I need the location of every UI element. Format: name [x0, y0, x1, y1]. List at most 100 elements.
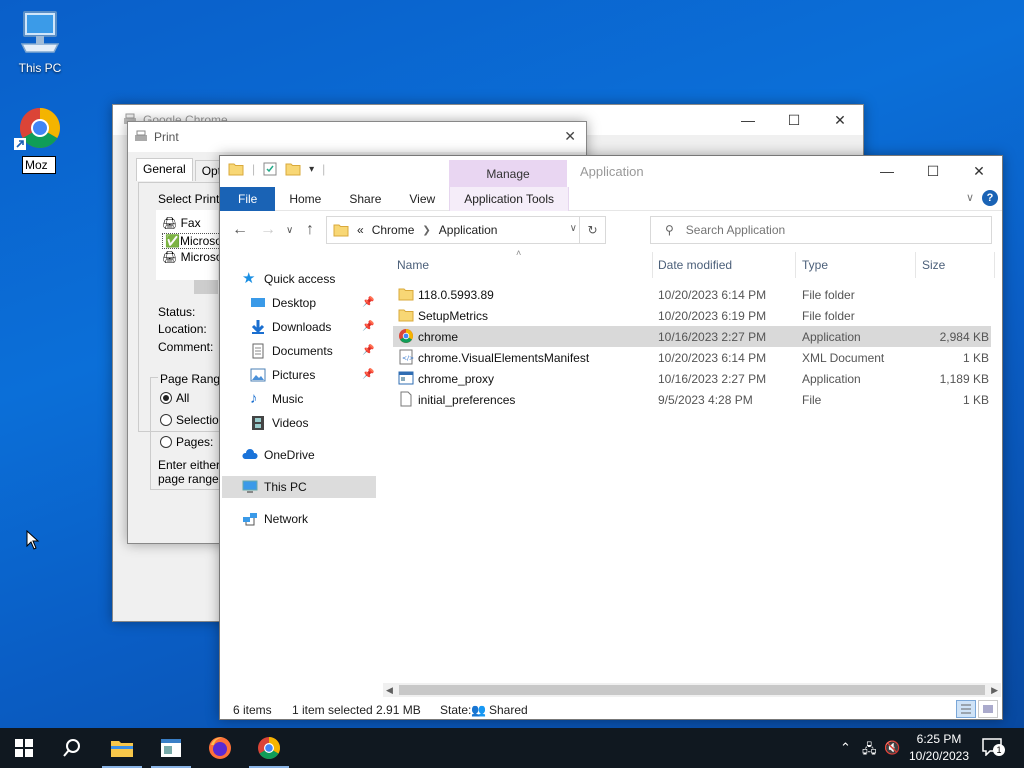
- breadcrumb-chrome[interactable]: Chrome: [372, 223, 415, 237]
- scroll-thumb[interactable]: [399, 685, 985, 695]
- large-icons-view-button[interactable]: [978, 700, 998, 718]
- taskbar-file-explorer[interactable]: [98, 728, 146, 768]
- chevron-down-icon[interactable]: ∨: [966, 191, 974, 204]
- column-header-date[interactable]: Date modified: [658, 258, 732, 272]
- close-button[interactable]: ✕: [956, 156, 1002, 186]
- tab-view[interactable]: View: [395, 187, 449, 211]
- horizontal-scrollbar[interactable]: ◀ ▶: [383, 683, 1001, 697]
- scroll-left-icon[interactable]: ◀: [386, 683, 393, 697]
- properties-icon[interactable]: [263, 162, 277, 176]
- location-label: Location:: [158, 322, 207, 336]
- taskbar: ⌃ 🖧 🔇 6:25 PM 10/20/2023 1: [0, 728, 1024, 768]
- file-row-selected[interactable]: chrome 10/16/2023 2:27 PM Application 2,…: [393, 326, 991, 347]
- computer-icon: [242, 480, 258, 493]
- nav-documents[interactable]: Documents: [250, 340, 333, 362]
- page-range-hint: page range.: [158, 472, 223, 486]
- pin-icon[interactable]: 📌: [362, 297, 374, 308]
- print-dialog-title: Print: [154, 130, 179, 144]
- chevron-right-icon[interactable]: ❯: [422, 225, 430, 236]
- file-row[interactable]: </> chrome.VisualElementsManifest 10/20/…: [393, 347, 991, 368]
- taskbar-chrome[interactable]: [245, 728, 293, 768]
- tab-general[interactable]: General: [136, 158, 193, 181]
- help-icon[interactable]: ?: [982, 190, 998, 206]
- up-arrow-icon[interactable]: ↑: [306, 221, 314, 239]
- printer-list[interactable]: 🖨 Fax ✅Microso 🖨 Microso: [156, 210, 225, 280]
- manage-context-tab[interactable]: Manage: [449, 160, 567, 188]
- state-value: Shared: [489, 703, 528, 717]
- printer-item-selected[interactable]: ✅Microso: [162, 233, 225, 249]
- chevron-up-icon[interactable]: ⌃: [840, 740, 851, 756]
- column-header-type[interactable]: Type: [802, 258, 828, 272]
- breadcrumb-application[interactable]: Application: [439, 223, 498, 237]
- range-pages-radio[interactable]: Pages:: [160, 435, 213, 449]
- details-view-button[interactable]: [956, 700, 976, 718]
- file-explorer-window: | ▾ | Manage Application — ☐ ✕ File Home…: [219, 155, 1003, 720]
- notification-badge: 1: [993, 744, 1005, 756]
- file-row[interactable]: initial_preferences 9/5/2023 4:28 PM Fil…: [393, 389, 991, 410]
- pictures-icon: [250, 368, 266, 382]
- pin-icon[interactable]: 📌: [362, 321, 374, 332]
- select-printer-label: Select Printe: [158, 192, 227, 206]
- column-header-name[interactable]: Name: [397, 258, 429, 272]
- nav-this-pc[interactable]: This PC: [242, 476, 307, 498]
- tab-file[interactable]: File: [220, 186, 276, 211]
- nav-downloads[interactable]: Downloads: [250, 316, 331, 338]
- pin-icon[interactable]: 📌: [362, 345, 374, 356]
- status-label: Status:: [158, 305, 196, 319]
- notification-center-button[interactable]: 1: [982, 738, 1005, 758]
- recent-locations-icon[interactable]: ∨: [286, 225, 293, 236]
- nav-pictures[interactable]: Pictures: [250, 364, 315, 386]
- customize-toolbar-icon[interactable]: ▾: [309, 164, 314, 175]
- printer-item[interactable]: 🖨 Microso: [162, 250, 223, 264]
- tab-home[interactable]: Home: [275, 187, 335, 211]
- rename-input[interactable]: Moz: [22, 156, 56, 174]
- nav-music[interactable]: ♪ Music: [250, 388, 303, 410]
- maximize-button[interactable]: ☐: [910, 156, 956, 186]
- printer-list-scrollbar[interactable]: [194, 280, 218, 294]
- file-row[interactable]: SetupMetrics 10/20/2023 6:19 PM File fol…: [393, 305, 991, 326]
- minimize-button[interactable]: —: [725, 105, 771, 135]
- taskbar-clock[interactable]: 6:25 PM 10/20/2023: [906, 731, 972, 765]
- taskbar-firefox[interactable]: [196, 728, 244, 768]
- minimize-button[interactable]: —: [864, 156, 910, 186]
- column-divider: [994, 252, 995, 278]
- music-note-icon: ♪: [250, 390, 258, 407]
- new-folder-icon[interactable]: [285, 162, 301, 176]
- shortcut-arrow-icon: [14, 138, 26, 150]
- close-button[interactable]: ✕: [817, 105, 863, 135]
- desktop-icon-this-pc[interactable]: This PC: [10, 8, 70, 75]
- search-input[interactable]: [685, 223, 966, 237]
- nav-desktop[interactable]: Desktop: [250, 292, 316, 314]
- file-row[interactable]: 118.0.5993.89 10/20/2023 6:14 PM File fo…: [393, 284, 991, 305]
- window-app-icon: [161, 739, 181, 757]
- tab-share[interactable]: Share: [335, 187, 395, 211]
- search-button[interactable]: [48, 728, 96, 768]
- breadcrumb-overflow[interactable]: «: [357, 223, 364, 237]
- forward-arrow-icon[interactable]: →: [260, 221, 276, 239]
- network-status-icon[interactable]: 🖧: [862, 740, 877, 762]
- search-box[interactable]: ⚲: [650, 216, 992, 244]
- nav-onedrive[interactable]: OneDrive: [242, 444, 315, 466]
- pin-icon[interactable]: 📌: [362, 369, 374, 380]
- volume-muted-icon[interactable]: 🔇: [884, 740, 900, 756]
- close-button[interactable]: ✕: [564, 128, 576, 145]
- back-arrow-icon[interactable]: ←: [232, 221, 248, 239]
- column-header-size[interactable]: Size: [922, 258, 945, 272]
- range-selection-radio[interactable]: Selection: [160, 413, 225, 427]
- maximize-button[interactable]: ☐: [771, 105, 817, 135]
- file-row[interactable]: chrome_proxy 10/16/2023 2:27 PM Applicat…: [393, 368, 991, 389]
- address-bar[interactable]: « Chrome ❯ Application ∨ ↻: [326, 216, 606, 244]
- refresh-icon[interactable]: ↻: [579, 217, 605, 243]
- nav-videos[interactable]: Videos: [250, 412, 308, 434]
- nav-network[interactable]: Network: [242, 508, 308, 530]
- navigation-bar: ← → ∨ ↑ « Chrome ❯ Application ∨ ↻ ⚲: [220, 215, 1002, 247]
- nav-quick-access[interactable]: ★ Quick access: [242, 268, 335, 290]
- tab-application-tools[interactable]: Application Tools: [449, 186, 570, 211]
- address-dropdown-icon[interactable]: ∨: [570, 223, 577, 234]
- column-divider: [915, 252, 916, 278]
- taskbar-print-dialog[interactable]: [147, 728, 195, 768]
- scroll-right-icon[interactable]: ▶: [991, 683, 998, 697]
- range-all-radio[interactable]: All: [160, 391, 189, 405]
- start-button[interactable]: [0, 728, 48, 768]
- printer-item[interactable]: 🖨 Fax: [162, 216, 201, 230]
